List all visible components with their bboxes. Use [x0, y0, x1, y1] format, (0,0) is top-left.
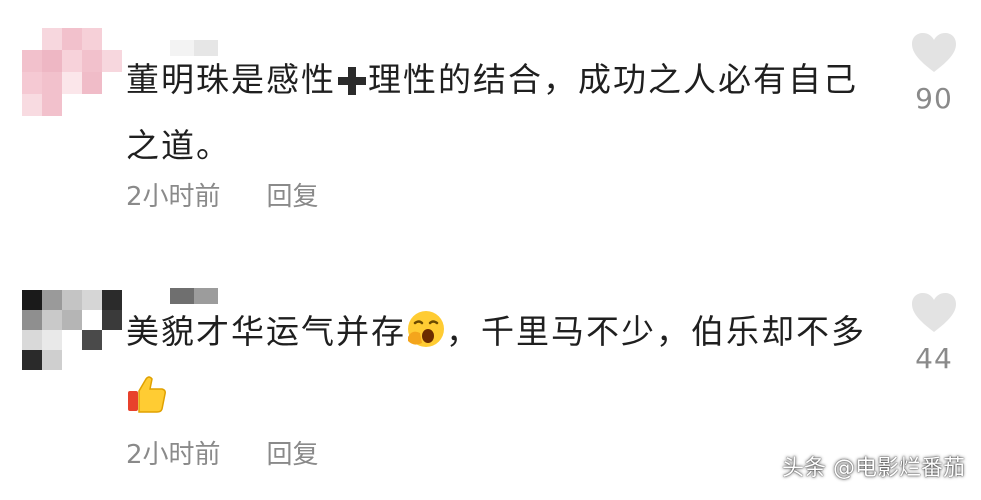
- comment-time: 2小时前: [126, 182, 221, 212]
- comment-text: 董明珠是感性 理性的结合，成功之人必有自己之道。: [126, 50, 866, 176]
- like-button[interactable]: 44: [906, 292, 962, 375]
- comment-time: 2小时前: [126, 440, 221, 470]
- comment-item: 董明珠是感性 理性的结合，成功之人必有自己之道。 2小时前 回复 90: [0, 0, 981, 250]
- comment-text: 美貌才华运气并存 ，千里马不少，伯乐却不多: [126, 302, 866, 434]
- avatar[interactable]: [22, 290, 122, 370]
- like-button[interactable]: 90: [906, 32, 962, 115]
- reply-button[interactable]: 回复: [267, 182, 319, 212]
- comment-meta: 2小时前 回复: [126, 176, 319, 213]
- heart-icon[interactable]: [910, 33, 958, 78]
- watermark: 头条 @电影烂番茄: [782, 456, 965, 481]
- face-with-hand-over-mouth-icon: [406, 308, 446, 368]
- like-count: 90: [915, 82, 953, 115]
- comment-meta: 2小时前 回复: [126, 434, 319, 471]
- heavy-plus-icon: [336, 56, 368, 116]
- avatar[interactable]: [22, 28, 122, 116]
- reply-button[interactable]: 回复: [267, 440, 319, 470]
- like-count: 44: [915, 342, 953, 375]
- heart-icon[interactable]: [910, 293, 958, 338]
- thumbs-up-icon: [126, 373, 168, 434]
